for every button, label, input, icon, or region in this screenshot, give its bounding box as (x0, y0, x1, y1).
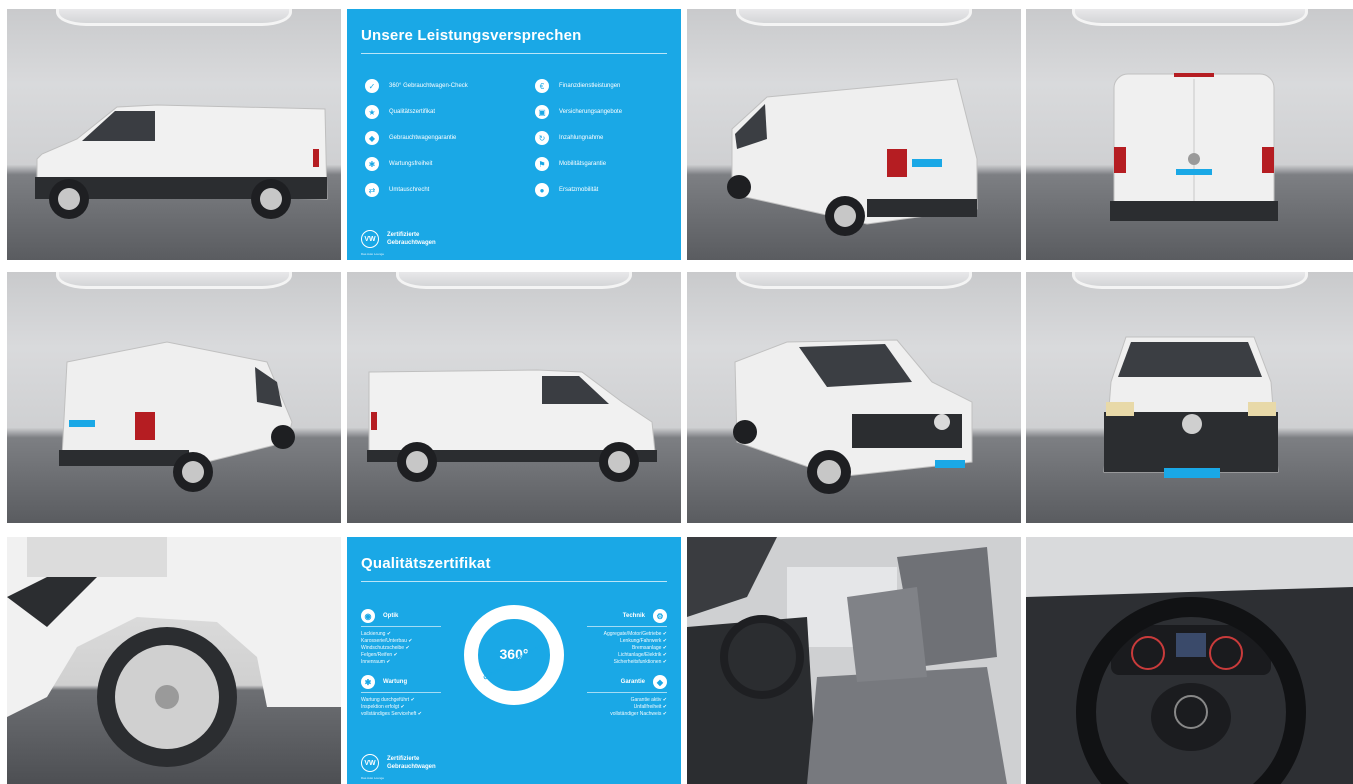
feature-right-3: ↻ Inzahlungnahme (535, 131, 603, 145)
quality-title: Qualitätszertifikat (361, 555, 491, 572)
van-side-left-image (35, 104, 328, 219)
optik-section: ◉ Optik Lackierung ✔ Karosserie/Unterbau … (361, 609, 441, 666)
photo-van-rear-left-angle[interactable] (687, 9, 1021, 260)
photo-wheel-detail[interactable] (7, 537, 341, 784)
wheel-detail-image (7, 537, 341, 767)
steering-wheel-image (1026, 537, 1353, 784)
van-front-angle-image (733, 339, 973, 494)
photo-gallery: Unsere Leistungsversprechen ✓ 360° Gebrau… (0, 0, 1353, 784)
feature-left-1: ✓ 360° Gebrauchtwagen-Check (365, 79, 468, 93)
promise-title: Unsere Leistungsversprechen (361, 27, 582, 44)
van-front-image (1103, 336, 1279, 478)
car-icon: ● (535, 183, 549, 197)
divider (361, 53, 667, 54)
van-rear-right-image (59, 341, 295, 492)
trade-in-icon: ↻ (535, 131, 549, 145)
feature-right-5: ● Ersatzmobilität (535, 183, 598, 197)
wrench-icon: ✱ (365, 157, 379, 171)
wartung-section: ✱ Wartung Wartung durchgeführt ✔ Inspekti… (361, 675, 441, 718)
eye-icon: ◉ (361, 609, 375, 623)
feature-left-3: ◆ Gebrauchtwagengarantie (365, 131, 456, 145)
exchange-icon: ⇄ (365, 183, 379, 197)
vw-certified-brand: VW Zertifizierte Gebrauchtwagen (361, 754, 436, 772)
brand-tagline: Das Auto Lounge (361, 776, 385, 780)
feature-left-2: ★ Qualitätszertifikat (365, 105, 435, 119)
photo-van-side-right[interactable] (347, 272, 681, 523)
feature-left-5: ⇄ Umtauschrecht (365, 183, 429, 197)
finance-icon: € (535, 79, 549, 93)
photo-van-side-left[interactable] (7, 9, 341, 260)
certified-label: Zertifizierte Gebrauchtwagen (387, 232, 436, 246)
vw-certified-brand: VW Zertifizierte Gebrauchtwagen (361, 230, 436, 248)
certified-label: Zertifizierte Gebrauchtwagen (387, 756, 436, 770)
certificate-icon: ★ (365, 105, 379, 119)
shield-icon: ◆ (365, 131, 379, 145)
insurance-icon: ▣ (535, 105, 549, 119)
quality-info-tile[interactable]: Qualitätszertifikat ◉ Optik Lackierung ✔ … (347, 537, 681, 784)
interior-cabin-image (687, 537, 1021, 784)
feature-left-4: ✱ Wartungsfreiheit (365, 157, 432, 171)
photo-interior-cabin[interactable] (687, 537, 1021, 784)
check-icon: ✓ (365, 79, 379, 93)
promise-info-tile[interactable]: Unsere Leistungsversprechen ✓ 360° Gebrau… (347, 9, 681, 260)
photo-van-rear[interactable] (1026, 9, 1353, 260)
vw-logo-icon: VW (361, 230, 379, 248)
photo-van-front[interactable] (1026, 272, 1353, 523)
feature-right-2: ▣ Versicherungsangebote (535, 105, 622, 119)
van-side-right-image (367, 369, 657, 482)
technik-section: Technik ⚙ Aggregate/Motor/Getriebe ✔ Lenk… (587, 609, 667, 666)
van-rear-image (1110, 73, 1278, 221)
divider (361, 581, 667, 582)
garantie-section: Garantie ◆ Garantie aktiv ✔ Unfallfreihei… (587, 675, 667, 718)
photo-van-front-left-angle[interactable] (687, 272, 1021, 523)
photo-steering-wheel[interactable] (1026, 537, 1353, 784)
feature-right-1: € Finanzdienstleistungen (535, 79, 620, 93)
mobility-icon: ⚑ (535, 157, 549, 171)
shield-icon: ◆ (653, 675, 667, 689)
brand-tagline: Das Auto Lounge (361, 252, 385, 256)
feature-right-4: ⚑ Mobilitätsgarantie (535, 157, 606, 171)
wrench-icon: ✱ (361, 675, 375, 689)
van-rear-angle-image (727, 78, 978, 236)
360-check-ring: 360° (464, 605, 564, 705)
gear-icon: ⚙ (653, 609, 667, 623)
photo-van-rear-right-angle[interactable] (7, 272, 341, 523)
vw-logo-icon: VW (361, 754, 379, 772)
